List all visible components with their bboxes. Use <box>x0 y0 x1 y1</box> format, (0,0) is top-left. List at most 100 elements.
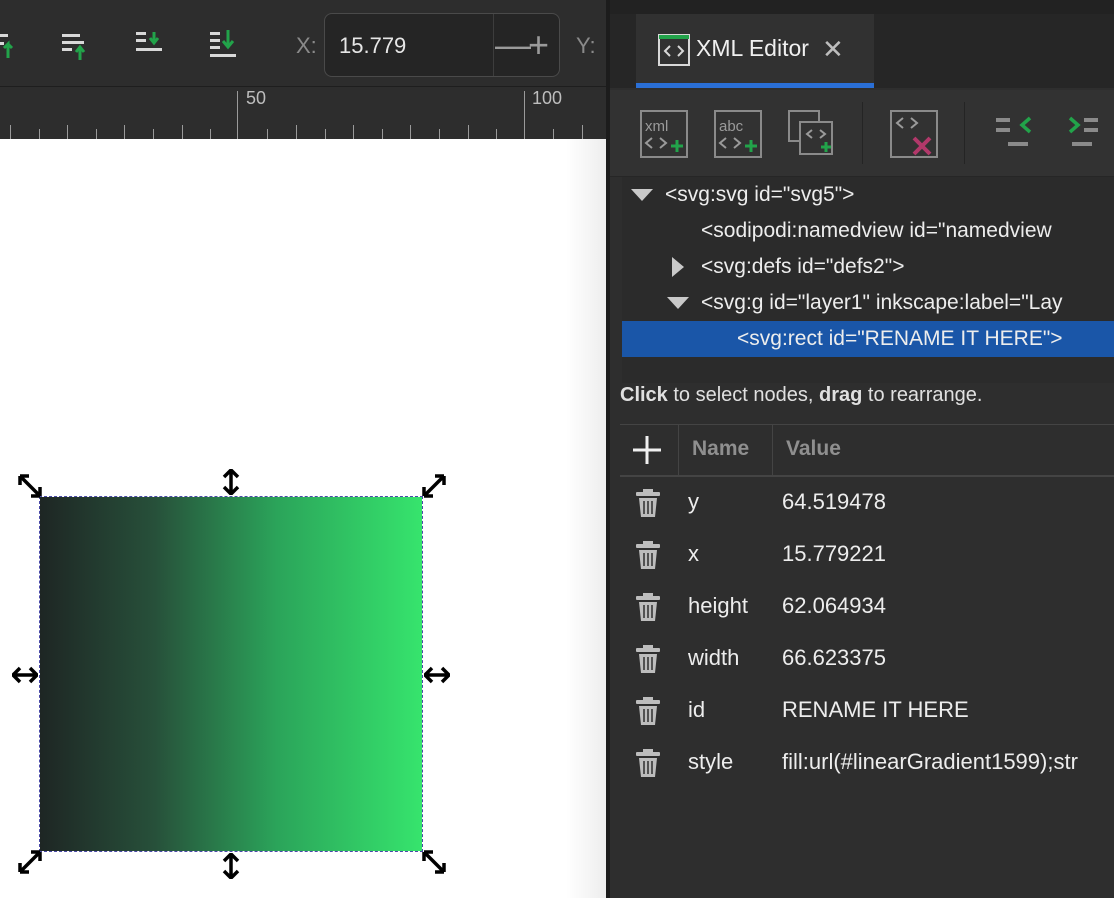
attribute-row[interactable]: x 15.779221 <box>620 528 1114 580</box>
expander-closed-icon[interactable] <box>672 257 684 277</box>
ruler-tick <box>237 91 238 139</box>
ruler-tick <box>496 129 498 139</box>
ruler-label-100: 100 <box>532 88 563 108</box>
trash-icon[interactable] <box>634 644 662 674</box>
xml-node-tree[interactable]: <svg:svg id="svg5"> <sodipodi:namedview … <box>622 177 1114 383</box>
close-icon[interactable]: ✕ <box>822 34 844 65</box>
attribute-name[interactable]: y <box>688 489 699 515</box>
attribute-value[interactable]: 15.779221 <box>782 541 886 567</box>
new-element-node-icon[interactable]: xml <box>640 110 688 158</box>
ruler-tick <box>553 129 555 139</box>
attribute-row[interactable]: height 62.064934 <box>620 580 1114 632</box>
attribute-value[interactable]: 66.623375 <box>782 645 886 671</box>
tree-node-layer1[interactable]: <svg:g id="layer1" inkscape:label="Lay <box>622 285 1114 321</box>
column-separator <box>678 425 679 475</box>
x-spinbox[interactable]: 15.779 — + <box>324 13 560 77</box>
trash-icon[interactable] <box>634 592 662 622</box>
scale-handle-right-icon[interactable] <box>424 662 450 688</box>
trash-icon[interactable] <box>634 748 662 778</box>
dock-tab-bar: XML Editor ✕ <box>610 14 1114 88</box>
tab-xml-editor[interactable]: XML Editor ✕ <box>636 14 874 88</box>
scale-handle-top-icon[interactable] <box>218 469 244 495</box>
attribute-row[interactable]: id RENAME IT HERE <box>620 684 1114 736</box>
gradient-rectangle[interactable] <box>39 496 423 852</box>
ruler-tick <box>439 129 440 139</box>
toolbar-separator <box>862 102 863 164</box>
attribute-name[interactable]: height <box>688 593 748 619</box>
ruler-tick <box>381 129 383 139</box>
scale-handle-bottom-right-icon[interactable] <box>421 849 447 875</box>
attribute-row[interactable]: y 64.519478 <box>620 476 1114 528</box>
node-label: <svg:rect id="RENAME IT HERE"> <box>737 327 1063 350</box>
ruler-tick <box>324 129 326 139</box>
ruler-tick <box>410 125 412 139</box>
scale-handle-bottom-left-icon[interactable] <box>17 849 43 875</box>
indent-node-icon[interactable] <box>1066 110 1114 158</box>
scale-handle-bottom-icon[interactable] <box>218 853 244 879</box>
node-label: <svg:g id="layer1" inkscape:label="Lay <box>701 291 1063 314</box>
column-header-name[interactable]: Name <box>692 437 749 461</box>
attribute-name[interactable]: style <box>688 749 733 775</box>
new-text-node-icon[interactable]: abc <box>714 110 762 158</box>
duplicate-node-icon[interactable] <box>788 110 836 158</box>
tool-controls-bar: X: 15.779 — + Y: <box>0 0 606 86</box>
column-separator <box>772 425 773 475</box>
x-input[interactable]: 15.779 <box>339 33 406 59</box>
unindent-node-icon[interactable] <box>994 110 1042 158</box>
lower-icon[interactable] <box>134 30 164 62</box>
ruler-tick <box>38 129 40 139</box>
ruler-label-50: 50 <box>246 88 267 108</box>
attribute-name[interactable]: width <box>688 645 739 671</box>
scale-handle-top-right-icon[interactable] <box>421 473 447 499</box>
toolbar-separator <box>964 102 965 164</box>
trash-icon[interactable] <box>634 696 662 726</box>
attribute-value[interactable]: RENAME IT HERE <box>782 697 969 723</box>
trash-icon[interactable] <box>634 488 662 518</box>
expander-open-icon[interactable] <box>631 189 653 201</box>
increment-button[interactable]: + <box>528 27 558 63</box>
raise-icon[interactable] <box>0 30 24 62</box>
attribute-value[interactable]: 62.064934 <box>782 593 886 619</box>
scale-handle-left-icon[interactable] <box>12 662 38 688</box>
spinbox-separator <box>493 14 494 76</box>
tree-node-rect-selected[interactable]: <svg:rect id="RENAME IT HERE"> <box>622 321 1114 357</box>
tree-node-svg[interactable]: <svg:svg id="svg5"> <box>622 177 1114 213</box>
svg-text:abc: abc <box>719 118 744 135</box>
attribute-name[interactable]: x <box>688 541 699 567</box>
attributes-header: Name Value <box>620 424 1114 477</box>
drawing-canvas[interactable] <box>0 139 606 898</box>
hint-drag: drag <box>819 384 863 406</box>
svg-text:xml: xml <box>645 118 668 135</box>
expander-open-icon[interactable] <box>667 297 689 309</box>
delete-node-icon[interactable] <box>890 110 938 158</box>
ruler-tick <box>153 129 154 139</box>
attribute-name[interactable]: id <box>688 697 705 723</box>
node-label: <svg:defs id="defs2"> <box>701 255 905 278</box>
tree-node-defs[interactable]: <svg:defs id="defs2"> <box>622 249 1114 285</box>
lower-to-bottom-icon[interactable] <box>208 30 238 62</box>
raise-to-top-icon[interactable] <box>60 30 90 62</box>
horizontal-ruler[interactable]: 50 100 <box>0 86 606 139</box>
tree-node-namedview[interactable]: <sodipodi:namedview id="namedview <box>622 213 1114 249</box>
scale-handle-top-left-icon[interactable] <box>17 473 43 499</box>
ruler-tick <box>67 125 69 139</box>
ruler-tick <box>181 125 183 139</box>
node-label: <svg:svg id="svg5"> <box>665 183 855 206</box>
ruler-tick <box>353 125 355 139</box>
y-label: Y: <box>576 33 596 58</box>
ruler-tick <box>296 125 297 139</box>
add-attribute-icon[interactable] <box>630 433 664 467</box>
hint-click: Click <box>620 384 668 406</box>
ruler-tick <box>210 129 212 139</box>
attribute-row[interactable]: width 66.623375 <box>620 632 1114 684</box>
ruler-tick <box>267 129 269 139</box>
column-header-value[interactable]: Value <box>786 437 841 461</box>
ruler-tick <box>10 125 11 139</box>
trash-icon[interactable] <box>634 540 662 570</box>
active-tab-indicator <box>636 83 874 88</box>
attribute-row[interactable]: style fill:url(#linearGradient1599);str <box>620 736 1114 788</box>
attribute-value[interactable]: fill:url(#linearGradient1599);str <box>782 749 1078 775</box>
page-shadow <box>566 139 606 898</box>
decrement-button[interactable]: — <box>495 27 531 63</box>
attribute-value[interactable]: 64.519478 <box>782 489 886 515</box>
